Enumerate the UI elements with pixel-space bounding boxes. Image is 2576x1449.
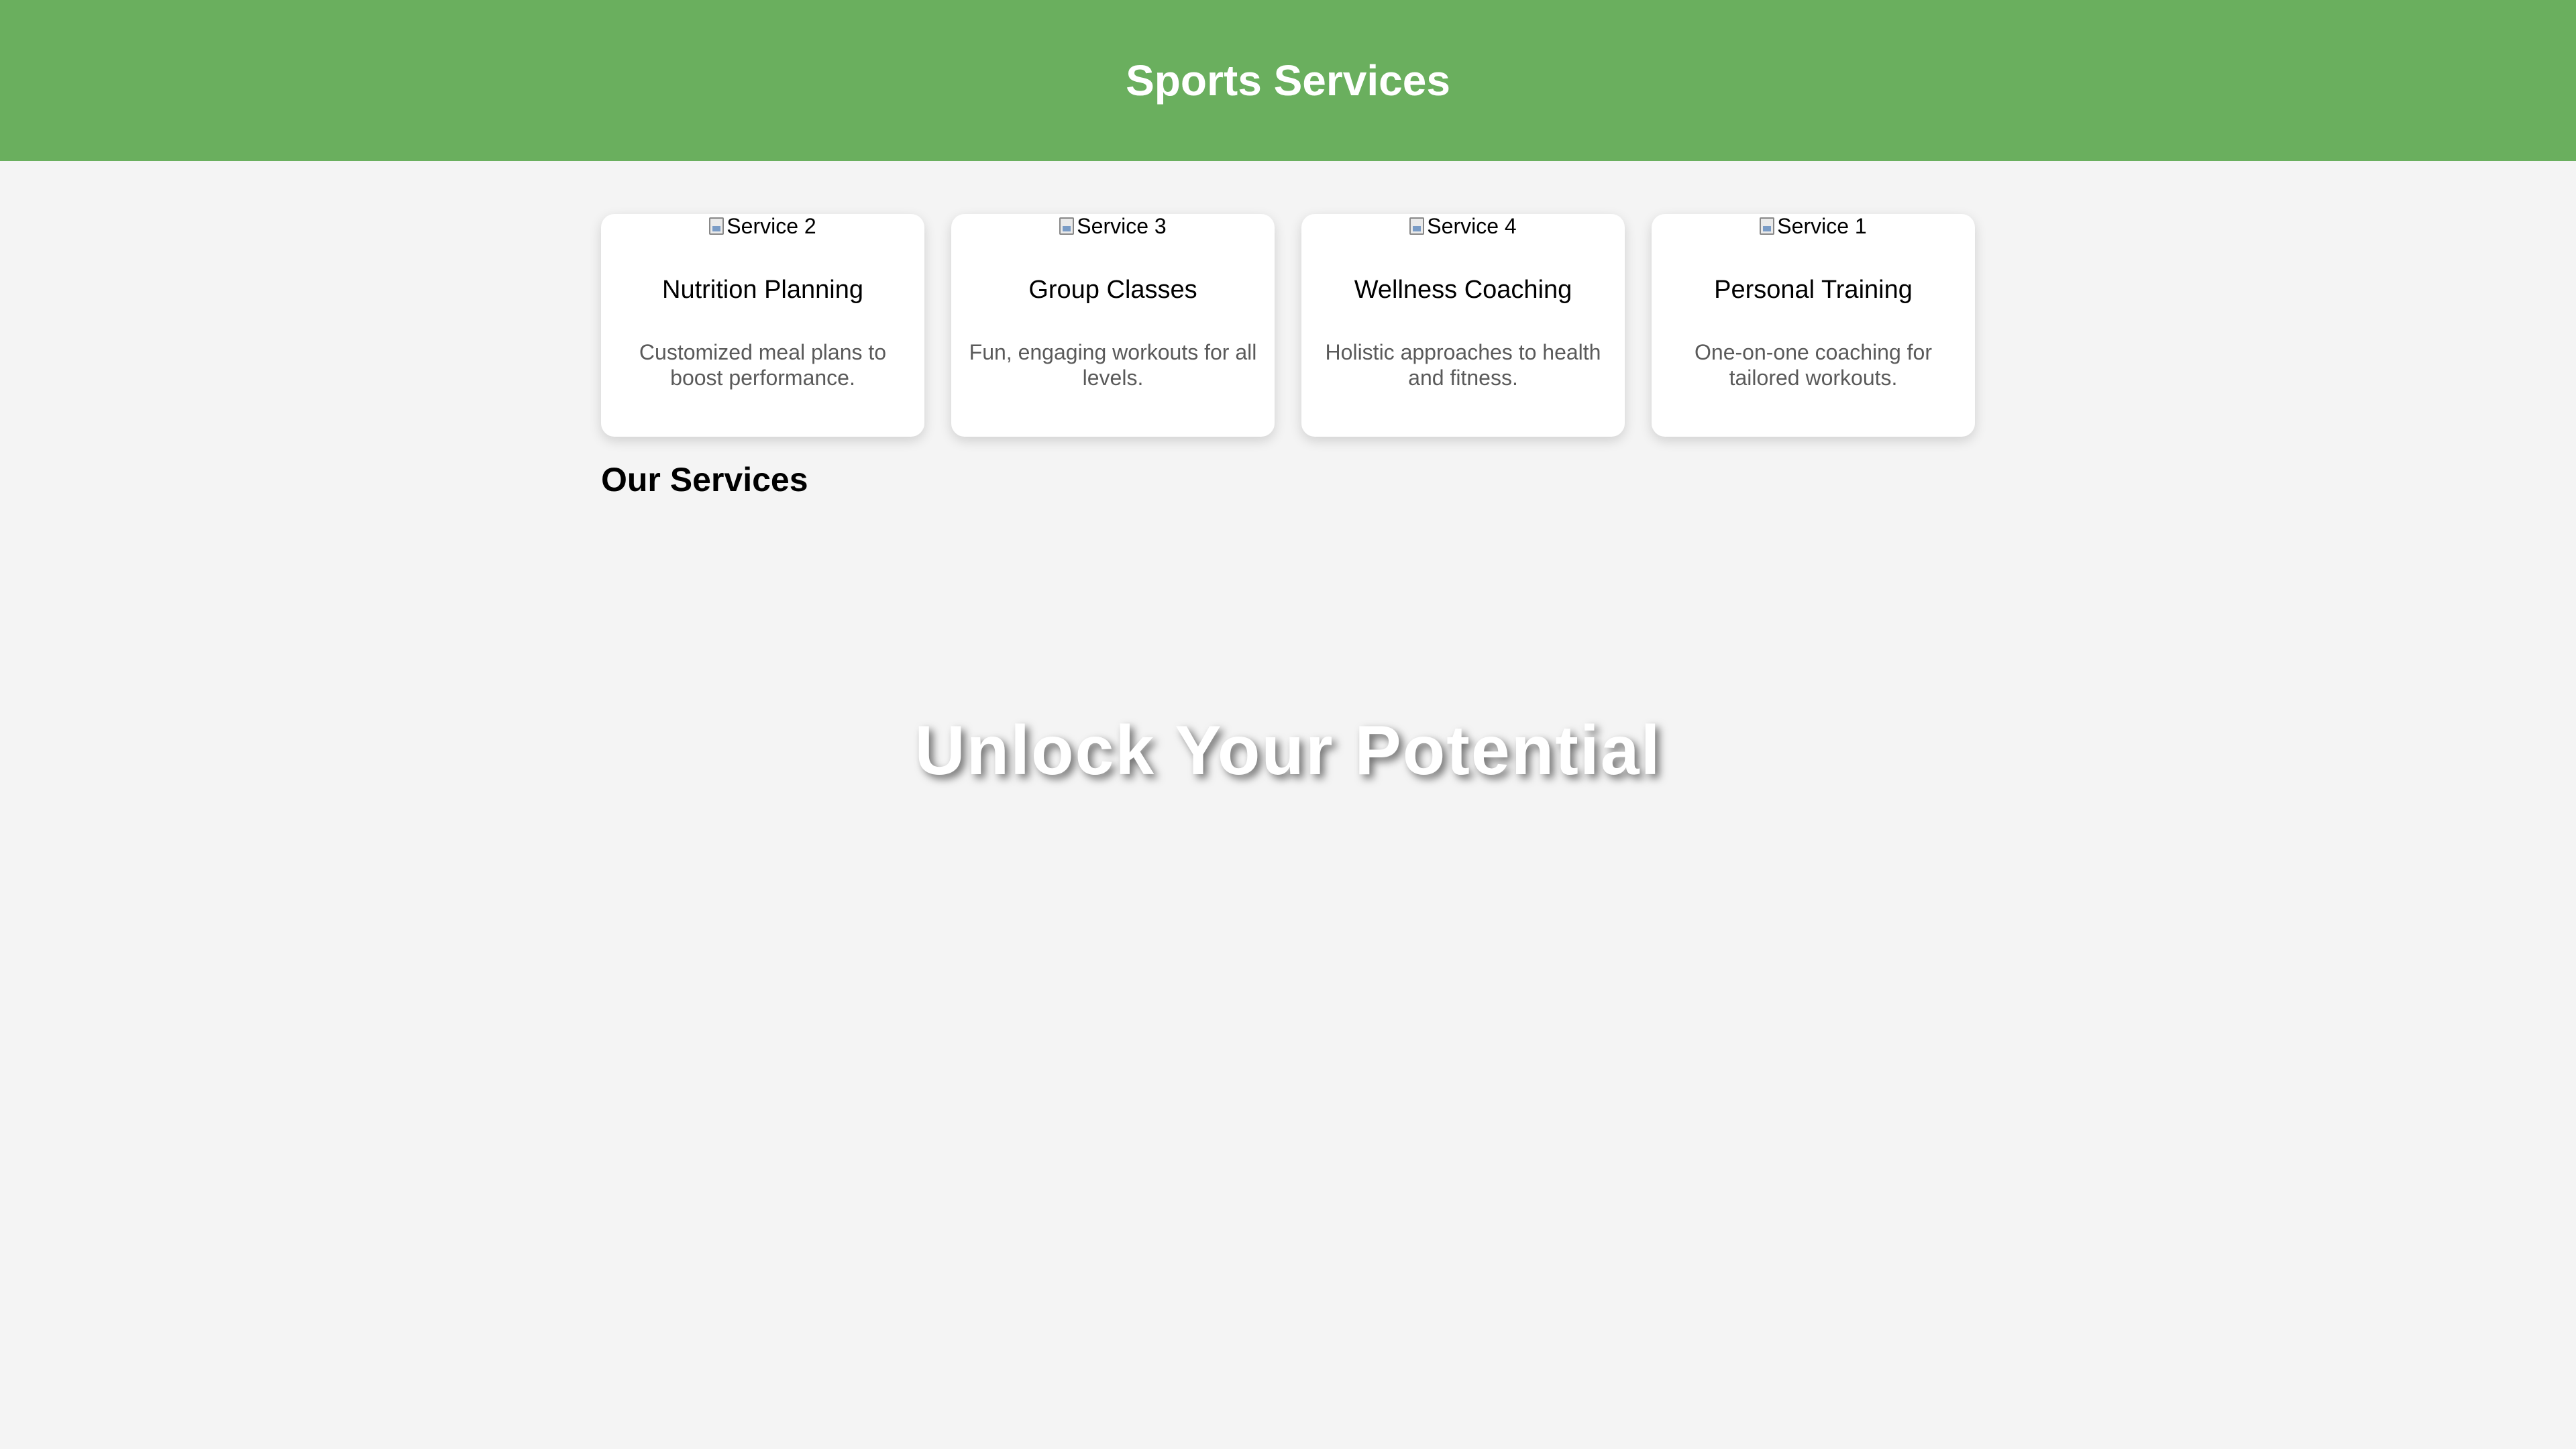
service-description: Holistic approaches to health and fitnes… [1325, 340, 1601, 390]
service-image: Service 3 [1059, 213, 1167, 238]
service-card-nutrition-planning[interactable]: Service 2 Nutrition Planning Customized … [601, 214, 924, 437]
section-title: Our Services [601, 461, 808, 498]
service-description: One-on-one coaching for tailored workout… [1695, 340, 1932, 390]
service-image: Service 4 [1409, 213, 1517, 238]
broken-image-icon [1760, 217, 1775, 235]
service-image: Service 2 [709, 214, 816, 238]
service-image-alt: Service 1 [1777, 213, 1867, 238]
hero-headline: Unlock Your Potential [914, 712, 1662, 790]
service-card-wellness-coaching[interactable]: Service 4 Wellness Coaching Holistic app… [1301, 214, 1625, 437]
broken-image-icon [1059, 217, 1075, 235]
service-title: Group Classes [1028, 276, 1197, 304]
hero-banner: Unlock Your Potential [0, 711, 2576, 791]
service-title: Wellness Coaching [1354, 276, 1572, 304]
service-description: Customized meal plans to boost performan… [639, 340, 887, 390]
service-title: Personal Training [1714, 276, 1913, 304]
service-cards: Service 2 Nutrition Planning Customized … [601, 214, 1975, 437]
service-image-alt: Service 4 [1427, 213, 1517, 238]
site-title: Sports Services [1126, 56, 1450, 105]
service-image-alt: Service 3 [1077, 213, 1167, 238]
service-card-personal-training[interactable]: Service 1 Personal Training One-on-one c… [1652, 214, 1975, 437]
broken-image-icon [709, 217, 724, 235]
service-image: Service 1 [1760, 213, 1867, 238]
service-card-group-classes[interactable]: Service 3 Group Classes Fun, engaging wo… [951, 214, 1275, 437]
service-description: Fun, engaging workouts for all levels. [969, 340, 1257, 390]
service-image-alt: Service 2 [727, 213, 816, 238]
service-title: Nutrition Planning [662, 276, 863, 304]
broken-image-icon [1409, 217, 1425, 235]
site-header: Sports Services [0, 0, 2576, 161]
